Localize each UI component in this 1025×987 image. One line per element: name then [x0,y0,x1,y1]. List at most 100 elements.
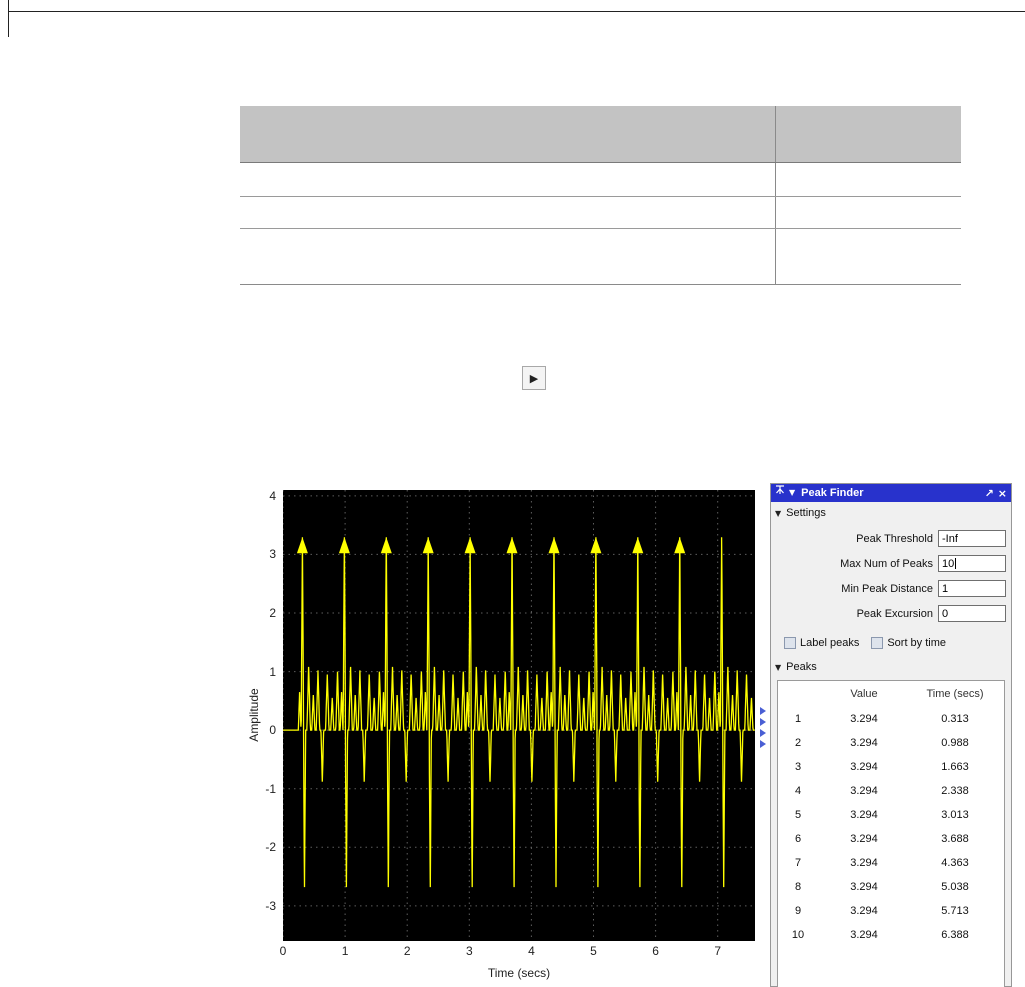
peaks-table: Value Time (secs) 1 3.294 0.313 2 3.294 … [777,680,1005,987]
popout-icon[interactable]: ↗ [985,487,994,500]
peak-index: 2 [794,737,802,749]
table-row: 7 3.294 4.363 [778,851,1004,875]
peak-value: 3.294 [850,713,878,725]
doc-table-row [240,163,961,197]
peak-time: 6.388 [941,929,969,941]
sort-by-time-label: Sort by time [887,637,947,649]
label-peaks-label: Label peaks [800,637,860,649]
doc-table-cell [240,197,776,228]
table-row: 8 3.294 5.038 [778,875,1004,899]
peak-time: 3.013 [941,809,969,821]
peak-value: 3.294 [850,857,878,869]
y-tick-label: -1 [265,781,276,796]
table-row: 2 3.294 0.988 [778,731,1004,755]
splitter-arrow-icon [760,717,766,726]
peaks-section-header[interactable]: ▼ Peaks [771,656,1011,676]
x-tick-label: 4 [528,944,535,958]
peak-threshold-input[interactable]: -Inf [938,530,1006,547]
x-tick-label: 7 [714,944,722,958]
table-row: 10 3.294 6.388 [778,923,1004,947]
settings-section-header[interactable]: ▼ Settings [771,502,1011,522]
table-row: 5 3.294 3.013 [778,803,1004,827]
doc-table-cell [240,163,776,196]
peak-value: 3.294 [850,881,878,893]
panel-title: Peak Finder [801,487,864,499]
y-tick-label: 0 [269,723,276,738]
page-margin-rule [8,0,9,37]
doc-table-header-cell [240,106,776,162]
label-peaks-checkbox[interactable] [784,637,796,649]
page-top-rule [9,11,1025,12]
doc-table-header-row [240,106,961,163]
peak-value: 3.294 [850,761,878,773]
splitter-arrow-icon [760,706,766,715]
sort-by-time-checkbox[interactable] [871,637,884,649]
doc-table-cell [776,163,961,196]
peak-excursion-input[interactable]: 0 [938,605,1006,622]
table-row: 1 3.294 0.313 [778,707,1004,731]
min-peak-distance-value: 1 [942,582,949,595]
peak-value: 3.294 [850,785,878,797]
peak-index: 7 [794,857,802,869]
x-axis-label: Time (secs) [487,966,551,980]
doc-table-row [240,229,961,284]
peak-value: 3.294 [850,833,878,845]
doc-table-cell [776,197,961,228]
table-row: 9 3.294 5.713 [778,899,1004,923]
peak-time: 0.313 [941,713,969,725]
run-button[interactable]: ▶ [522,366,546,390]
peak-index: 3 [794,761,802,773]
peaks-col-value: Value [850,688,878,700]
peaks-label: Peaks [786,661,817,673]
peak-index: 4 [794,785,802,797]
peak-time: 1.663 [941,761,969,773]
field-row-min-peak-distance: Min Peak Distance 1 [771,576,1011,601]
peak-threshold-label: Peak Threshold [856,532,933,545]
peak-time: 4.363 [941,857,969,869]
peaks-col-time: Time (secs) [926,688,984,700]
close-icon[interactable]: × [998,487,1007,500]
peak-index: 9 [794,905,802,917]
settings-fields: Peak Threshold -Inf Max Num of Peaks 10 … [771,522,1011,626]
y-tick-label: -3 [265,898,276,913]
panel-splitter[interactable] [760,705,766,749]
splitter-arrow-icon [760,739,766,748]
doc-table-cell [240,229,776,284]
max-num-peaks-input[interactable]: 10 [938,555,1006,572]
peak-time: 2.338 [941,785,969,797]
y-tick-label: 4 [269,488,276,503]
peaks-table-header: Value Time (secs) [778,681,1004,707]
table-row: 4 3.294 2.338 [778,779,1004,803]
x-tick-label: 2 [403,944,411,958]
x-tick-label: 0 [279,944,287,958]
field-row-peak-excursion: Peak Excursion 0 [771,601,1011,626]
max-num-peaks-value: 10 [942,557,955,570]
field-row-max-num-peaks: Max Num of Peaks 10 [771,551,1011,576]
y-tick-label: 1 [269,664,276,679]
peak-finder-panel: ▼ Peak Finder ↗ × ▼ Settings Peak Thresh… [770,483,1012,987]
peak-time: 5.713 [941,905,969,917]
table-row: 3 3.294 1.663 [778,755,1004,779]
peak-finder-titlebar[interactable]: ▼ Peak Finder ↗ × [771,484,1011,502]
peak-value: 3.294 [850,809,878,821]
peak-threshold-value: -Inf [942,532,958,545]
peak-index: 10 [791,929,805,941]
doc-table-header-cell [776,106,961,162]
max-num-peaks-label: Max Num of Peaks [840,557,933,570]
min-peak-distance-input[interactable]: 1 [938,580,1006,597]
y-tick-label: 3 [269,547,276,562]
doc-table-cell [776,229,961,284]
text-caret [955,558,957,569]
dock-icon[interactable] [775,484,785,502]
peak-index: 8 [794,881,802,893]
scope-plot [283,490,755,941]
x-tick-label: 3 [465,944,473,958]
peak-excursion-label: Peak Excursion [856,607,933,620]
peak-time: 5.038 [941,881,969,893]
peak-index: 5 [794,809,802,821]
splitter-arrow-icon [760,728,766,737]
peak-value: 3.294 [850,905,878,917]
collapse-panel-icon[interactable]: ▼ [789,484,795,502]
y-tick-label: -2 [265,840,276,855]
peak-excursion-value: 0 [942,607,949,620]
